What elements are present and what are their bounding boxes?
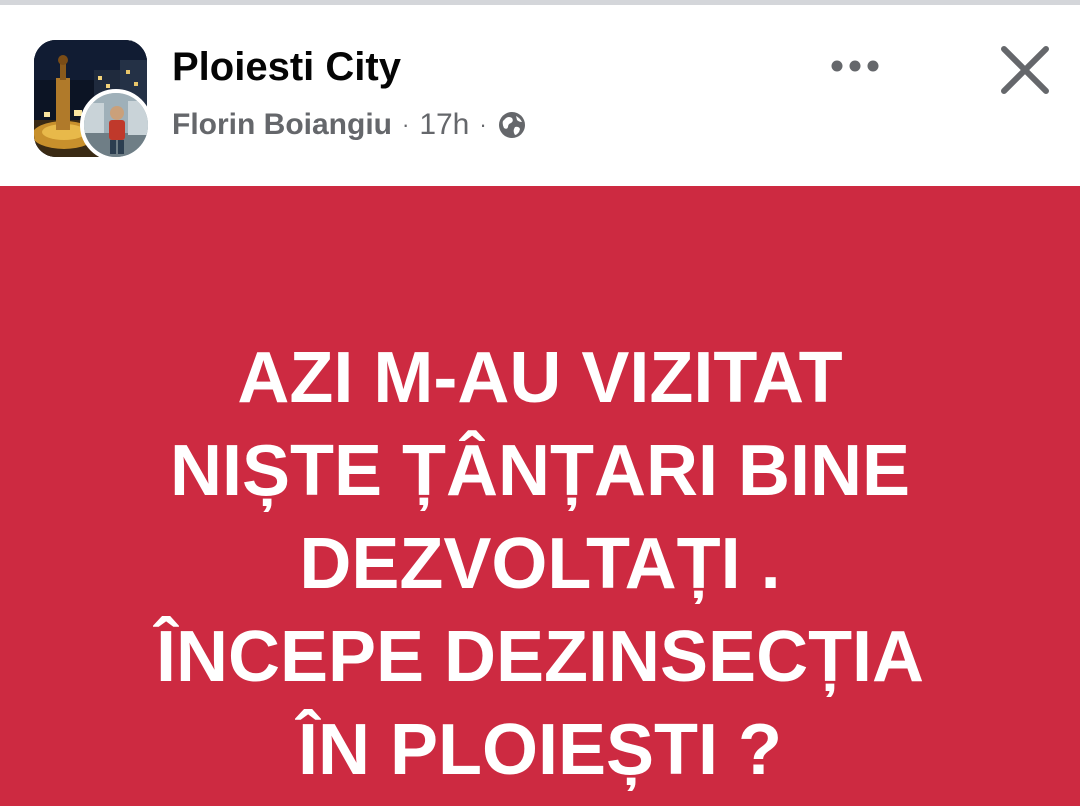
post-text-line: DEZVOLTAȚI .: [299, 524, 781, 604]
post-text-line: AZI M-AU VIZITAT: [237, 338, 843, 418]
post-meta: Florin Boiangiu · 17h ·: [172, 105, 527, 145]
group-name[interactable]: Ploiesti City: [172, 45, 401, 90]
close-button[interactable]: [990, 35, 1060, 105]
post-text: AZI M-AU VIZITAT NIȘTE ȚÂNȚARI BINE DEZV…: [0, 332, 1080, 797]
user-avatar-image: [84, 93, 148, 157]
meta-separator-2: ·: [479, 112, 487, 137]
post-text-line: ÎN PLOIEȘTI ?: [297, 710, 783, 790]
post-header: Ploiesti City Florin Boiangiu · 17h ·: [0, 5, 1080, 186]
post-time[interactable]: 17h: [419, 108, 469, 142]
user-avatar[interactable]: [80, 89, 152, 161]
globe-icon: [497, 110, 527, 140]
author-name[interactable]: Florin Boiangiu: [172, 108, 392, 142]
close-icon: [1001, 46, 1049, 94]
post-background: AZI M-AU VIZITAT NIȘTE ȚÂNȚARI BINE DEZV…: [0, 186, 1080, 806]
more-options-button[interactable]: [820, 41, 890, 91]
post-text-line: ÎNCEPE DEZINSECȚIA: [155, 617, 925, 697]
post-text-line: NIȘTE ȚÂNȚARI BINE: [169, 431, 910, 511]
meta-separator: ·: [401, 112, 410, 137]
more-horizontal-icon: [831, 60, 879, 72]
